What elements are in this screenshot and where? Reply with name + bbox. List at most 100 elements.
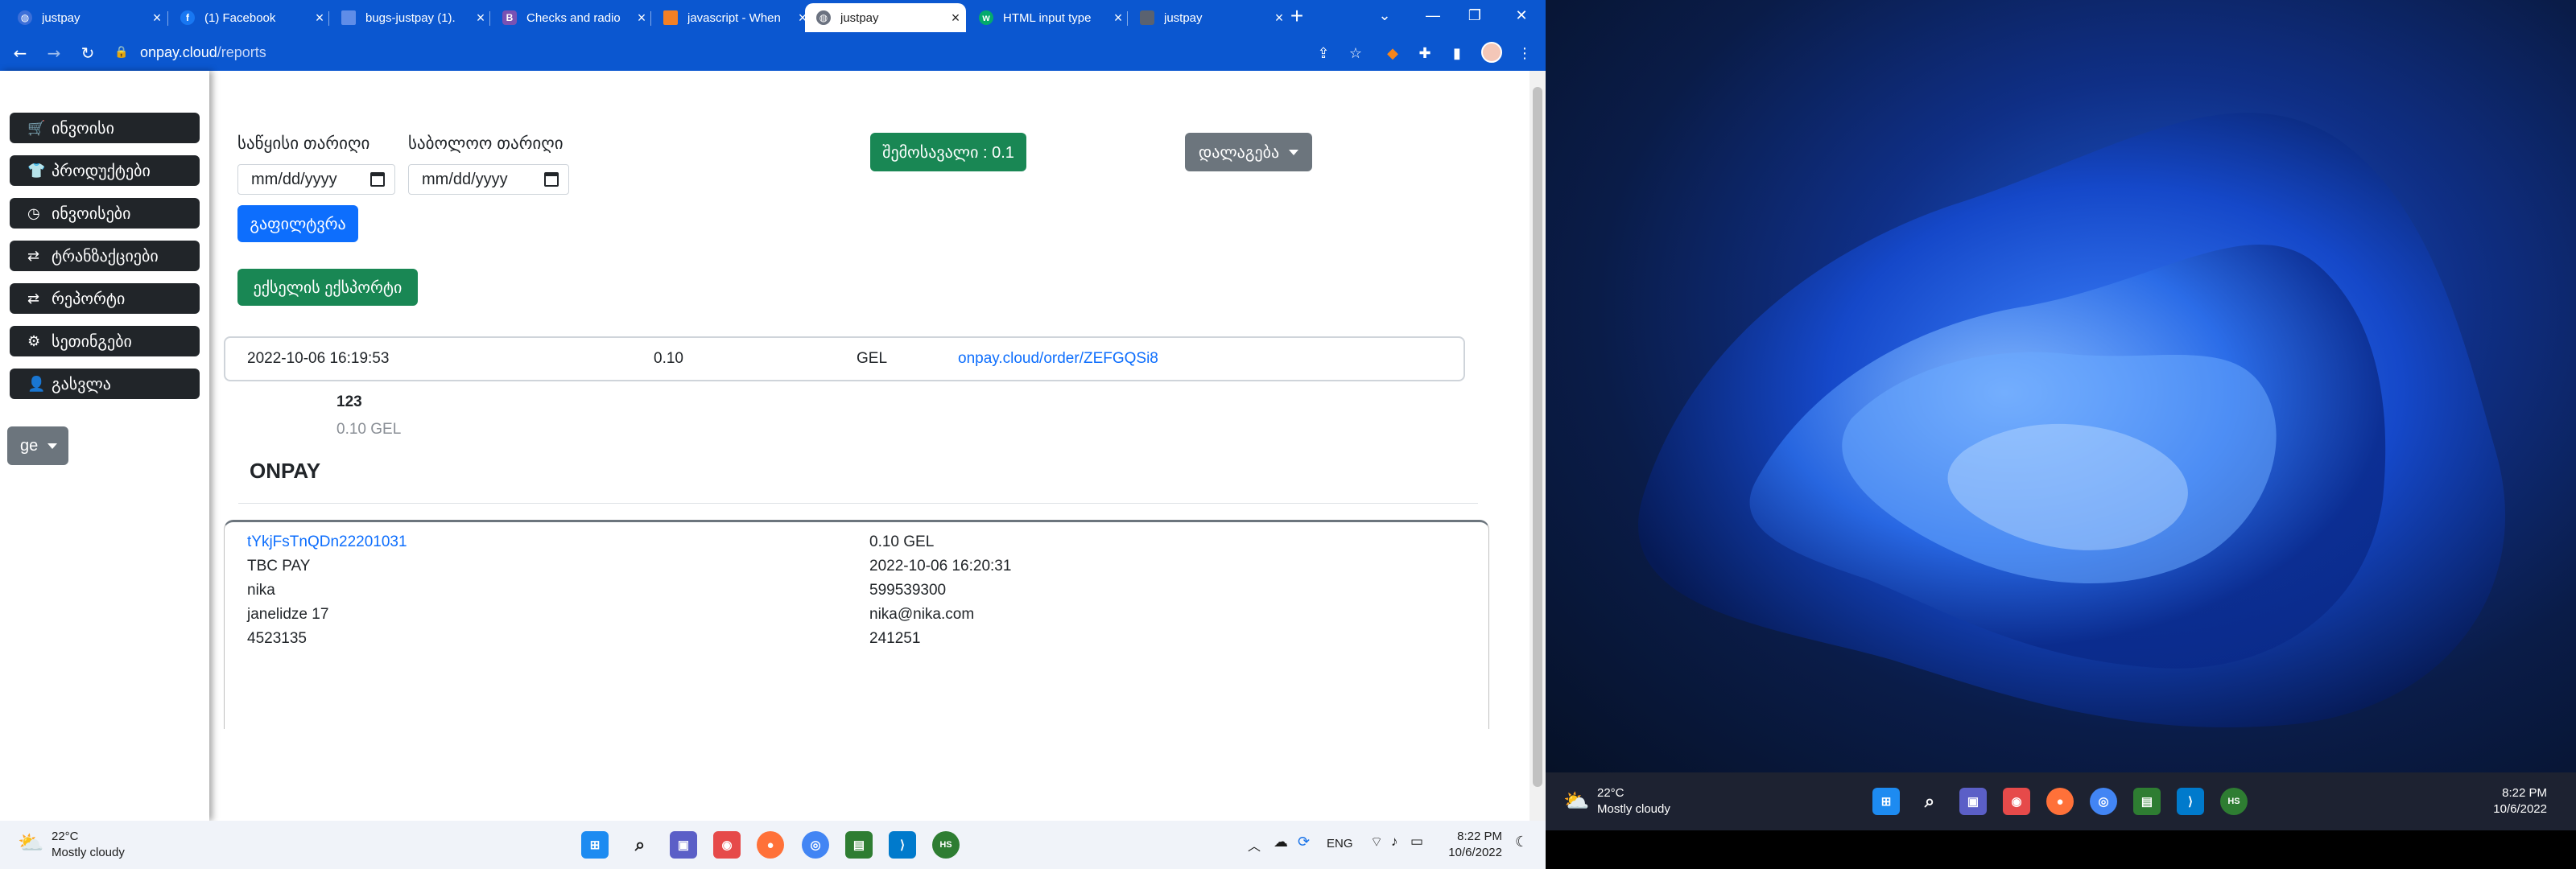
- tab-title: (1) Facebook: [204, 10, 276, 25]
- language-dropdown[interactable]: ge: [7, 426, 68, 465]
- onedrive-icon[interactable]: ☁: [1274, 834, 1288, 850]
- tab-javascript[interactable]: javascript - When ×: [652, 3, 813, 32]
- close-icon[interactable]: ×: [631, 10, 652, 27]
- file-manager-icon[interactable]: ▤: [2133, 788, 2161, 815]
- tab-html-input[interactable]: w HTML input type ×: [968, 3, 1129, 32]
- end-date-input[interactable]: mm/dd/yyyy: [408, 164, 569, 195]
- tab-search-icon[interactable]: ⌄: [1368, 0, 1401, 31]
- input-language[interactable]: ENG: [1327, 837, 1353, 850]
- tab-title: justpay: [42, 10, 80, 25]
- filter-button[interactable]: გაფილტვრა: [237, 205, 358, 242]
- close-window-button[interactable]: ✕: [1505, 0, 1538, 31]
- firefox-icon[interactable]: ●: [2046, 788, 2074, 815]
- tab-facebook[interactable]: f (1) Facebook ×: [169, 3, 330, 32]
- search-icon[interactable]: ⌕: [1916, 788, 1943, 815]
- calendar-icon[interactable]: [370, 172, 385, 187]
- metamask-icon[interactable]: ◆: [1381, 42, 1404, 64]
- start-date-label: საწყისი თარიღი: [237, 134, 370, 153]
- transaction-code: 4523135: [247, 630, 307, 647]
- export-excel-button[interactable]: ექსელის ექსპორტი: [237, 269, 418, 306]
- weather-widget[interactable]: 22°C Mostly cloudy: [52, 829, 125, 861]
- file-manager-icon[interactable]: ▤: [845, 831, 873, 859]
- vscode-icon[interactable]: ⟩: [2177, 788, 2204, 815]
- income-badge: შემოსავალი : 0.1: [870, 133, 1026, 171]
- order-amount: 0.10: [654, 350, 683, 367]
- sidebar-item-products[interactable]: 👕 პროდუქტები: [10, 155, 200, 186]
- side-panel-icon[interactable]: ▮: [1446, 42, 1468, 64]
- transaction-zip: 241251: [869, 630, 921, 647]
- share-icon[interactable]: ⇪: [1312, 42, 1335, 64]
- close-icon[interactable]: ×: [309, 10, 330, 27]
- bookmark-star-icon[interactable]: ☆: [1344, 42, 1367, 64]
- tab-title: justpay: [840, 10, 879, 25]
- calendar-icon[interactable]: [544, 172, 559, 187]
- scrollbar-thumb[interactable]: [1533, 87, 1542, 787]
- tab-bugs-justpay[interactable]: bugs-justpay (1). ×: [330, 3, 491, 32]
- weather-temp: 22°C: [1597, 786, 1624, 800]
- new-tab-button[interactable]: +: [1285, 3, 1309, 29]
- tray-chevron-up-icon[interactable]: ︿: [1248, 835, 1261, 855]
- chrome-icon[interactable]: ◎: [802, 831, 829, 859]
- minimize-button[interactable]: —: [1417, 0, 1449, 31]
- tab-checks-radio[interactable]: B Checks and radio ×: [491, 3, 652, 32]
- notification-icon[interactable]: ☾: [1515, 834, 1528, 850]
- windows-start-icon[interactable]: ⊞: [1872, 788, 1900, 815]
- reload-icon[interactable]: ↻: [76, 41, 100, 65]
- extensions-icon[interactable]: ✚: [1414, 42, 1436, 64]
- back-icon[interactable]: ←: [8, 41, 32, 65]
- sidebar-item-label: რეპორტი: [52, 290, 126, 308]
- transaction-id-link[interactable]: tYkjFsTnQDn22201031: [247, 533, 407, 551]
- sidebar-item-transactions[interactable]: ⇄ ტრანზაქციები: [10, 241, 200, 271]
- tab-title: Checks and radio: [526, 10, 621, 25]
- windows-start-icon[interactable]: ⊞: [581, 831, 609, 859]
- start-date-input[interactable]: mm/dd/yyyy: [237, 164, 395, 195]
- bloom-wallpaper-art: [1638, 113, 2506, 727]
- sidebar-item-logout[interactable]: 👤 გასვლა: [10, 369, 200, 399]
- sidebar-item-report[interactable]: ⇄ რეპორტი: [10, 283, 200, 314]
- volume-icon[interactable]: ♪: [1391, 834, 1398, 850]
- order-row[interactable]: [224, 336, 1465, 381]
- menu-icon[interactable]: ⋮: [1513, 42, 1536, 64]
- transaction-phone: 599539300: [869, 582, 947, 599]
- clock[interactable]: 8:22 PM 10/6/2022: [2479, 785, 2547, 818]
- teams-chat-icon[interactable]: ▣: [670, 831, 697, 859]
- close-icon[interactable]: ×: [945, 10, 966, 27]
- sidebar-item-invoices[interactable]: ◷ ინვოისები: [10, 198, 200, 229]
- hs-app-icon[interactable]: HS: [2220, 788, 2248, 815]
- reports-page: 🛒 ინვოისი 👕 პროდუქტები ◷ ინვოისები ⇄ ტრა…: [0, 71, 1530, 821]
- search-icon[interactable]: ⌕: [626, 831, 654, 859]
- restore-button[interactable]: ❐: [1459, 0, 1491, 31]
- globe-icon: [1140, 10, 1154, 25]
- camera-app-icon[interactable]: ◉: [713, 831, 741, 859]
- close-icon[interactable]: ×: [147, 10, 167, 27]
- tab-justpay-active[interactable]: ◍ justpay ×: [805, 3, 966, 32]
- forward-icon[interactable]: →: [42, 41, 66, 65]
- clock[interactable]: 8:22 PM 10/6/2022: [1435, 829, 1502, 861]
- close-icon[interactable]: ×: [470, 10, 491, 27]
- chrome-icon[interactable]: ◎: [2090, 788, 2117, 815]
- close-icon[interactable]: ×: [1108, 10, 1129, 27]
- hs-app-icon[interactable]: HS: [932, 831, 960, 859]
- sidebar-item-settings[interactable]: ⚙ სეთინგები: [10, 326, 200, 356]
- sort-dropdown[interactable]: დალაგება: [1185, 133, 1312, 171]
- order-date: 2022-10-06 16:19:53: [247, 350, 390, 367]
- tab-justpay-1[interactable]: ◍ justpay ×: [6, 3, 167, 32]
- profile-avatar[interactable]: [1481, 42, 1502, 63]
- sidebar-item-invoice[interactable]: 🛒 ინვოისი: [10, 113, 200, 143]
- sync-icon[interactable]: ⟳: [1298, 834, 1310, 850]
- camera-app-icon[interactable]: ◉: [2003, 788, 2030, 815]
- battery-icon[interactable]: ▭: [1410, 834, 1423, 850]
- vscode-icon[interactable]: ⟩: [889, 831, 916, 859]
- teams-chat-icon[interactable]: ▣: [1959, 788, 1987, 815]
- weather-widget[interactable]: 22°C Mostly cloudy: [1597, 785, 1670, 818]
- url-path: /reports: [217, 43, 266, 60]
- order-link[interactable]: onpay.cloud/order/ZEFGQSi8: [958, 350, 1158, 368]
- divider: [238, 503, 1478, 504]
- address-bar[interactable]: 🔒 onpay.cloud/reports: [114, 39, 1306, 66]
- wifi-icon[interactable]: ⌔: [1370, 834, 1383, 850]
- tab-justpay-3[interactable]: justpay ×: [1129, 3, 1290, 32]
- facebook-icon: f: [180, 10, 195, 25]
- tab-title: justpay: [1164, 10, 1203, 25]
- order-item-name: 123: [336, 393, 362, 410]
- firefox-icon[interactable]: ●: [757, 831, 784, 859]
